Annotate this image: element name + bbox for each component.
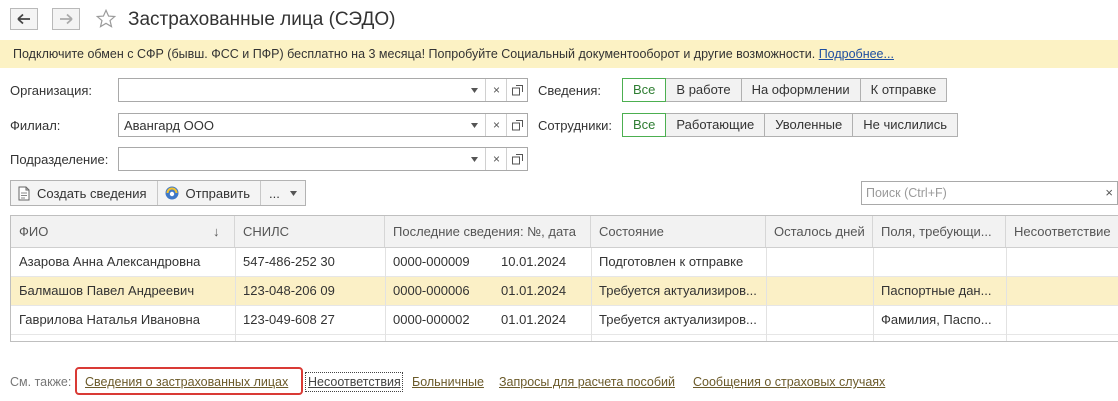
dropdown-icon[interactable]	[464, 114, 485, 136]
column-header-mismatch[interactable]: Несоответствие	[1006, 216, 1118, 247]
search-clear-icon[interactable]: ×	[1105, 185, 1113, 200]
dropdown-icon[interactable]	[464, 79, 485, 101]
table-row[interactable]: Азарова Анна Александровна 547-486-252 3…	[11, 248, 1118, 277]
cell-state: Подготовлен к отправке	[599, 254, 744, 269]
cell-state: Требуется актуализиров...	[599, 312, 757, 327]
link-sick-leaves[interactable]: Больничные	[412, 375, 484, 389]
send-button[interactable]: Отправить	[158, 181, 261, 205]
cell-fields	[873, 248, 1006, 276]
employees-filter-label: Сотрудники:	[538, 118, 613, 133]
send-label: Отправить	[185, 185, 250, 201]
organization-label: Организация:	[10, 83, 93, 98]
column-header-fio[interactable]: ФИО ↓	[11, 216, 235, 247]
document-icon	[18, 186, 30, 200]
cell-fio: Азарова Анна Александровна	[19, 254, 201, 269]
column-divider	[385, 248, 386, 341]
cell-number: 0000-000009	[393, 254, 470, 269]
cell-snils: 123-049-608 27	[243, 312, 335, 327]
table-header: ФИО ↓ СНИЛС Последние сведения: №, дата …	[11, 216, 1118, 248]
cell-number: 0000-000006	[393, 283, 470, 298]
cell-fio: Гаврилова Наталья Ивановна	[19, 312, 200, 327]
column-header-fields[interactable]: Поля, требующи...	[873, 216, 1006, 247]
banner-more-link[interactable]: Подробнее...	[819, 47, 894, 61]
banner-text: Подключите обмен с СФР (бывш. ФСС и ПФР)…	[13, 47, 819, 61]
dropdown-icon[interactable]	[464, 148, 485, 170]
clear-icon[interactable]: ×	[485, 114, 507, 136]
open-icon[interactable]	[506, 148, 528, 170]
info-filter: Все В работе На оформлении К отправке	[622, 78, 948, 102]
promo-banner: Подключите обмен с СФР (бывш. ФСС и ПФР)…	[0, 40, 1118, 68]
insured-persons-table: ФИО ↓ СНИЛС Последние сведения: №, дата …	[10, 215, 1118, 342]
table-row[interactable]: Гаврилова Наталья Ивановна 123-049-608 2…	[11, 306, 1118, 335]
cell-days-left	[766, 306, 873, 334]
forward-button[interactable]	[52, 8, 80, 30]
info-option-drafting[interactable]: На оформлении	[740, 78, 861, 102]
favorite-star-icon[interactable]	[95, 8, 117, 33]
send-icon	[165, 186, 179, 200]
employees-option-dismissed[interactable]: Уволенные	[764, 113, 854, 137]
cell-snils: 547-486-252 30	[243, 254, 335, 269]
column-header-snils[interactable]: СНИЛС	[235, 216, 385, 247]
cell-mismatch	[1006, 248, 1118, 276]
cell-days-left	[766, 277, 873, 305]
cell-fields: Паспортные дан...	[881, 283, 992, 298]
chevron-down-icon	[289, 190, 297, 196]
cell-state: Требуется актуализиров...	[599, 283, 757, 298]
branch-value: Авангард ООО	[124, 118, 214, 133]
search-placeholder: Поиск (Ctrl+F)	[866, 186, 947, 200]
create-info-label: Создать сведения	[37, 185, 147, 201]
info-option-in-work[interactable]: В работе	[665, 78, 742, 102]
employees-option-working[interactable]: Работающие	[665, 113, 766, 137]
open-icon[interactable]	[506, 79, 528, 101]
info-option-to-send[interactable]: К отправке	[859, 78, 948, 102]
info-option-all[interactable]: Все	[622, 78, 667, 102]
department-label: Подразделение:	[10, 152, 109, 167]
cell-date: 01.01.2024	[501, 312, 567, 327]
link-mismatches[interactable]: Несоответствия	[308, 375, 401, 389]
search-input[interactable]: Поиск (Ctrl+F) ×	[861, 181, 1118, 205]
cell-mismatch	[1006, 306, 1118, 334]
column-divider	[591, 248, 592, 341]
cell-fio: Балмашов Павел Андреевич	[19, 283, 195, 298]
cell-number: 0000-000002	[393, 312, 470, 327]
cell-mismatch	[1006, 277, 1118, 305]
info-filter-label: Сведения:	[538, 83, 602, 98]
clear-icon[interactable]: ×	[485, 79, 507, 101]
more-actions-label: ...	[269, 185, 280, 201]
department-field[interactable]: ×	[118, 147, 528, 171]
open-icon[interactable]	[506, 114, 528, 136]
more-actions-button[interactable]: ...	[261, 181, 305, 205]
create-info-button[interactable]: Создать сведения	[11, 181, 158, 205]
cell-date: 01.01.2024	[501, 283, 567, 298]
cell-days-left	[766, 248, 873, 276]
branch-label: Филиал:	[10, 118, 61, 133]
back-button[interactable]	[10, 8, 38, 30]
column-divider	[873, 248, 874, 341]
sort-down-icon: ↓	[213, 224, 220, 239]
employees-option-all[interactable]: Все	[622, 113, 667, 137]
organization-field[interactable]: ×	[118, 78, 528, 102]
arrow-right-icon	[60, 13, 73, 25]
toolbar: Создать сведения Отправить ...	[10, 180, 306, 206]
cell-fields: Фамилия, Паспо...	[881, 312, 992, 327]
employees-filter: Все Работающие Уволенные Не числились	[622, 113, 958, 137]
cell-date: 10.01.2024	[501, 254, 567, 269]
link-insurance-messages[interactable]: Сообщения о страховых случаях	[693, 375, 885, 389]
link-insured-info[interactable]: Сведения о застрахованных лицах	[85, 375, 288, 389]
link-benefit-requests[interactable]: Запросы для расчета пособий	[499, 375, 675, 389]
cell-snils: 123-048-206 09	[243, 283, 335, 298]
clear-icon[interactable]: ×	[485, 148, 507, 170]
see-also-label: См. также:	[10, 375, 72, 389]
column-divider	[1006, 248, 1007, 341]
employees-option-not-listed[interactable]: Не числились	[852, 113, 958, 137]
column-header-days-left[interactable]: Осталось дней	[766, 216, 873, 247]
branch-field[interactable]: Авангард ООО ×	[118, 113, 528, 137]
column-divider	[766, 248, 767, 341]
column-header-state[interactable]: Состояние	[591, 216, 766, 247]
column-divider	[235, 248, 236, 341]
arrow-left-icon	[17, 13, 30, 25]
page-title: Застрахованные лица (СЭДО)	[128, 9, 396, 30]
column-header-last-info[interactable]: Последние сведения: №, дата	[385, 216, 591, 247]
table-row-selected[interactable]: Балмашов Павел Андреевич 123-048-206 09 …	[11, 277, 1118, 306]
